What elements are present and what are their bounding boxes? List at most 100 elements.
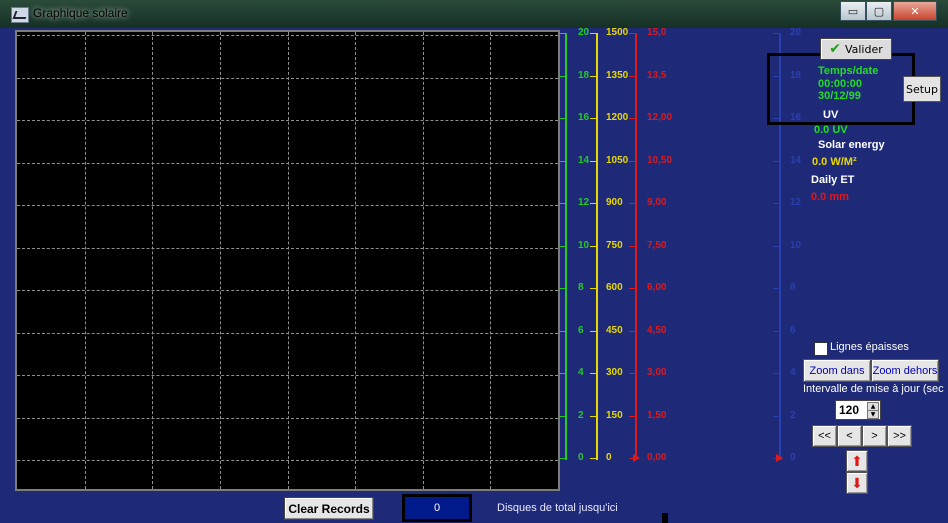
faint-baseline-marker xyxy=(776,454,783,462)
faint-axis-label: 20 xyxy=(790,27,802,38)
uv-value: 0.0 UV xyxy=(814,124,848,136)
spin-down-icon[interactable]: ▼ xyxy=(867,410,879,419)
yellow-axis-tick xyxy=(590,33,596,34)
records-count-label: Disques de total jusqu'ici xyxy=(497,502,618,514)
yellow-axis-tick xyxy=(590,76,596,77)
time-value: 00:00:00 xyxy=(818,78,863,90)
zoom-in-button[interactable]: Zoom dans xyxy=(803,359,871,382)
horizontal-grid-line xyxy=(17,163,558,164)
nav-first-button[interactable]: << xyxy=(812,425,837,447)
thick-lines-checkbox[interactable] xyxy=(814,342,828,356)
green-axis-label: 14 xyxy=(578,155,590,166)
yellow-axis-tick xyxy=(590,373,596,374)
red-axis-tick xyxy=(629,161,635,162)
resize-mark xyxy=(662,513,668,523)
horizontal-grid-line xyxy=(17,120,558,121)
window-title: Graphique solaire xyxy=(33,6,128,20)
valider-button[interactable]: ✔ Valider xyxy=(820,38,892,60)
green-axis-label: 8 xyxy=(578,282,584,293)
scroll-up-button[interactable]: ⬆ xyxy=(846,450,868,472)
green-axis-label: 16 xyxy=(578,112,590,123)
nav-prev-button[interactable]: < xyxy=(837,425,862,447)
faint-axis-label: 10 xyxy=(790,240,802,251)
green-axis-label: 6 xyxy=(578,325,584,336)
faint-axis-label: 6 xyxy=(790,325,796,336)
horizontal-grid-line xyxy=(17,248,558,249)
nav-last-button[interactable]: >> xyxy=(887,425,912,447)
green-axis-label: 20 xyxy=(578,27,590,38)
nav-next-button[interactable]: > xyxy=(862,425,887,447)
yellow-axis-tick xyxy=(590,161,596,162)
minimize-button[interactable]: ▭ xyxy=(840,1,866,21)
horizontal-grid-line xyxy=(17,418,558,419)
time-label: Temps/date xyxy=(818,65,879,77)
red-down-arrow-icon: ⬇ xyxy=(851,474,863,491)
red-axis-tick xyxy=(629,246,635,247)
yellow-axis-tick xyxy=(590,246,596,247)
yellow-axis-tick xyxy=(590,416,596,417)
interval-spinner[interactable]: 120 ▲ ▼ xyxy=(835,400,881,420)
title-bar: Graphique solaire ▭ ▢ ✕ xyxy=(0,0,948,28)
red-axis-label: 3,00 xyxy=(647,367,667,378)
yellow-axis-label: 150 xyxy=(606,410,623,421)
yellow-axis-label: 450 xyxy=(606,325,623,336)
faint-axis-tick xyxy=(773,246,779,247)
scroll-down-button[interactable]: ⬇ xyxy=(846,472,868,494)
valider-label: Valider xyxy=(844,42,883,56)
green-axis-label: 18 xyxy=(578,70,590,81)
et-label: Daily ET xyxy=(811,174,855,186)
setup-button[interactable]: Setup xyxy=(903,76,941,102)
red-axis-tick xyxy=(629,331,635,332)
yellow-axis-label: 900 xyxy=(606,197,623,208)
yellow-axis-label: 300 xyxy=(606,367,623,378)
vertical-grid-line xyxy=(355,32,356,489)
maximize-button[interactable]: ▢ xyxy=(866,1,892,21)
records-count: 0 xyxy=(402,494,472,522)
vertical-grid-line xyxy=(490,32,491,489)
uv-label: UV xyxy=(823,109,839,121)
green-axis-tick xyxy=(559,33,565,34)
yellow-axis-label: 1350 xyxy=(606,70,629,81)
faint-axis-label: 2 xyxy=(790,410,796,421)
vertical-grid-line xyxy=(85,32,86,489)
green-axis-label: 2 xyxy=(578,410,584,421)
faint-axis-tick xyxy=(773,373,779,374)
vertical-grid-line xyxy=(220,32,221,489)
yellow-axis-label: 600 xyxy=(606,282,623,293)
green-axis-tick xyxy=(559,203,565,204)
clear-records-button[interactable]: Clear Records xyxy=(284,497,374,520)
red-axis-tick xyxy=(629,288,635,289)
close-button[interactable]: ✕ xyxy=(893,1,937,21)
red-axis-tick xyxy=(629,373,635,374)
faint-axis-tick xyxy=(773,288,779,289)
vertical-grid-line xyxy=(152,32,153,489)
green-axis-tick xyxy=(559,246,565,247)
faint-axis-label: 0 xyxy=(790,452,796,463)
horizontal-grid-line xyxy=(17,460,558,461)
red-axis-label: 7,50 xyxy=(647,240,667,251)
green-axis-tick xyxy=(559,458,565,459)
green-axis-tick xyxy=(559,161,565,162)
faint-axis-label: 8 xyxy=(790,282,796,293)
red-axis-tick xyxy=(629,203,635,204)
yellow-axis-tick xyxy=(590,458,596,459)
red-up-arrow-icon: ⬆ xyxy=(851,452,863,469)
zoom-out-button[interactable]: Zoom dehors xyxy=(871,359,939,382)
interval-label: Intervalle de mise à jour (sec xyxy=(803,383,944,395)
faint-axis-tick xyxy=(773,203,779,204)
red-axis-tick xyxy=(629,118,635,119)
red-axis-label: 6,00 xyxy=(647,282,667,293)
faint-axis-tick xyxy=(773,416,779,417)
faint-axis-tick xyxy=(773,33,779,34)
thick-lines-label: Lignes épaisses xyxy=(830,341,909,353)
red-baseline-marker xyxy=(633,454,640,462)
horizontal-grid-line xyxy=(17,35,558,36)
horizontal-grid-line xyxy=(17,290,558,291)
solar-label: Solar energy xyxy=(818,139,885,151)
green-axis-label: 0 xyxy=(578,452,584,463)
yellow-axis-line xyxy=(596,33,598,460)
faint-axis-tick xyxy=(773,331,779,332)
yellow-axis-label: 1050 xyxy=(606,155,629,166)
horizontal-grid-line xyxy=(17,205,558,206)
chart-plot-area xyxy=(15,30,560,491)
